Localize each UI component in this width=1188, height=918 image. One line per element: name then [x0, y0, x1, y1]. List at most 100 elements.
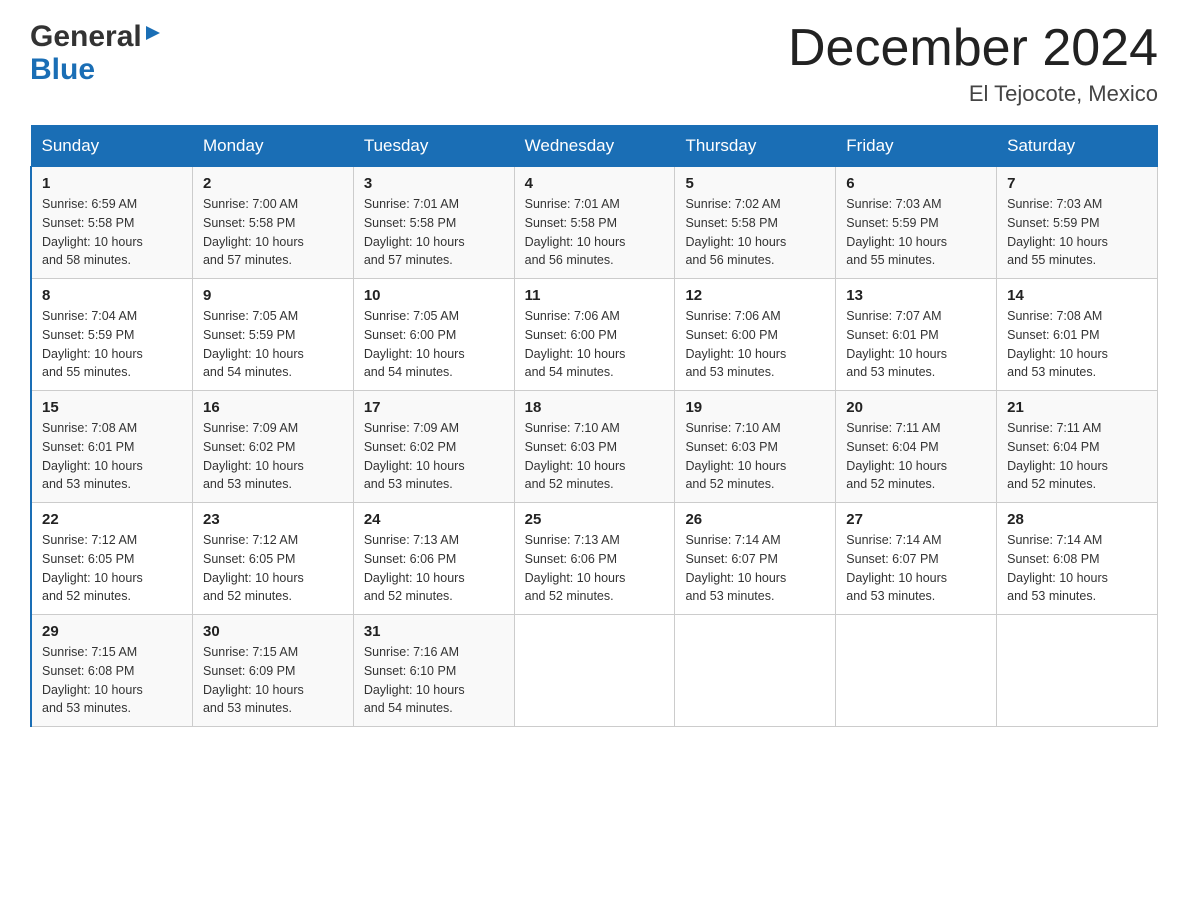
day-info: Sunrise: 6:59 AMSunset: 5:58 PMDaylight:… [42, 195, 182, 270]
day-info: Sunrise: 7:09 AMSunset: 6:02 PMDaylight:… [364, 419, 504, 494]
calendar-cell: 27 Sunrise: 7:14 AMSunset: 6:07 PMDayligh… [836, 503, 997, 615]
calendar-cell [836, 615, 997, 727]
calendar-cell: 30 Sunrise: 7:15 AMSunset: 6:09 PMDayligh… [192, 615, 353, 727]
day-number: 30 [203, 623, 343, 640]
day-info: Sunrise: 7:03 AMSunset: 5:59 PMDaylight:… [1007, 195, 1147, 270]
day-info: Sunrise: 7:00 AMSunset: 5:58 PMDaylight:… [203, 195, 343, 270]
day-number: 8 [42, 287, 182, 304]
calendar-cell: 2 Sunrise: 7:00 AMSunset: 5:58 PMDaylight… [192, 167, 353, 279]
day-number: 15 [42, 399, 182, 416]
calendar-cell: 23 Sunrise: 7:12 AMSunset: 6:05 PMDayligh… [192, 503, 353, 615]
calendar-week-row: 8 Sunrise: 7:04 AMSunset: 5:59 PMDaylight… [31, 279, 1158, 391]
day-number: 7 [1007, 175, 1147, 192]
day-info: Sunrise: 7:12 AMSunset: 6:05 PMDaylight:… [42, 531, 182, 606]
month-title: December 2024 [788, 20, 1158, 77]
day-info: Sunrise: 7:16 AMSunset: 6:10 PMDaylight:… [364, 643, 504, 718]
calendar-cell: 5 Sunrise: 7:02 AMSunset: 5:58 PMDaylight… [675, 167, 836, 279]
day-number: 29 [42, 623, 182, 640]
day-info: Sunrise: 7:12 AMSunset: 6:05 PMDaylight:… [203, 531, 343, 606]
day-number: 2 [203, 175, 343, 192]
day-info: Sunrise: 7:08 AMSunset: 6:01 PMDaylight:… [42, 419, 182, 494]
logo-general: General [30, 20, 142, 53]
calendar-cell: 11 Sunrise: 7:06 AMSunset: 6:00 PMDayligh… [514, 279, 675, 391]
calendar-cell: 28Sunrise: 7:14 AMSunset: 6:08 PMDayligh… [997, 503, 1158, 615]
calendar-cell: 12 Sunrise: 7:06 AMSunset: 6:00 PMDayligh… [675, 279, 836, 391]
calendar-cell [675, 615, 836, 727]
day-number: 17 [364, 399, 504, 416]
col-header-monday: Monday [192, 126, 353, 167]
day-number: 28 [1007, 511, 1147, 528]
day-number: 10 [364, 287, 504, 304]
day-number: 14 [1007, 287, 1147, 304]
logo-arrow-icon [142, 22, 164, 49]
calendar-cell: 21 Sunrise: 7:11 AMSunset: 6:04 PMDayligh… [997, 391, 1158, 503]
calendar-table: SundayMondayTuesdayWednesdayThursdayFrid… [30, 125, 1158, 727]
day-number: 9 [203, 287, 343, 304]
day-number: 13 [846, 287, 986, 304]
day-number: 20 [846, 399, 986, 416]
day-number: 4 [525, 175, 665, 192]
calendar-cell [997, 615, 1158, 727]
calendar-cell: 1 Sunrise: 6:59 AMSunset: 5:58 PMDaylight… [31, 167, 192, 279]
day-number: 25 [525, 511, 665, 528]
calendar-week-row: 15 Sunrise: 7:08 AMSunset: 6:01 PMDayligh… [31, 391, 1158, 503]
day-number: 11 [525, 287, 665, 304]
day-info: Sunrise: 7:11 AMSunset: 6:04 PMDaylight:… [846, 419, 986, 494]
calendar-cell: 10Sunrise: 7:05 AMSunset: 6:00 PMDayligh… [353, 279, 514, 391]
calendar-cell: 25 Sunrise: 7:13 AMSunset: 6:06 PMDayligh… [514, 503, 675, 615]
day-number: 16 [203, 399, 343, 416]
calendar-cell: 31Sunrise: 7:16 AMSunset: 6:10 PMDayligh… [353, 615, 514, 727]
calendar-cell: 9Sunrise: 7:05 AMSunset: 5:59 PMDaylight… [192, 279, 353, 391]
day-info: Sunrise: 7:11 AMSunset: 6:04 PMDaylight:… [1007, 419, 1147, 494]
day-number: 5 [685, 175, 825, 192]
col-header-friday: Friday [836, 126, 997, 167]
col-header-wednesday: Wednesday [514, 126, 675, 167]
day-info: Sunrise: 7:08 AMSunset: 6:01 PMDaylight:… [1007, 307, 1147, 382]
col-header-tuesday: Tuesday [353, 126, 514, 167]
day-number: 12 [685, 287, 825, 304]
calendar-cell: 3Sunrise: 7:01 AMSunset: 5:58 PMDaylight… [353, 167, 514, 279]
day-info: Sunrise: 7:06 AMSunset: 6:00 PMDaylight:… [525, 307, 665, 382]
day-info: Sunrise: 7:03 AMSunset: 5:59 PMDaylight:… [846, 195, 986, 270]
header: General Blue December 2024 El Tejocote, … [30, 20, 1158, 107]
logo: General Blue [30, 20, 164, 86]
calendar-cell: 15 Sunrise: 7:08 AMSunset: 6:01 PMDayligh… [31, 391, 192, 503]
calendar-cell: 16 Sunrise: 7:09 AMSunset: 6:02 PMDayligh… [192, 391, 353, 503]
day-info: Sunrise: 7:13 AMSunset: 6:06 PMDaylight:… [364, 531, 504, 606]
day-info: Sunrise: 7:13 AMSunset: 6:06 PMDaylight:… [525, 531, 665, 606]
day-info: Sunrise: 7:14 AMSunset: 6:07 PMDaylight:… [685, 531, 825, 606]
day-number: 18 [525, 399, 665, 416]
calendar-cell: 4Sunrise: 7:01 AMSunset: 5:58 PMDaylight… [514, 167, 675, 279]
calendar-cell: 24 Sunrise: 7:13 AMSunset: 6:06 PMDayligh… [353, 503, 514, 615]
day-info: Sunrise: 7:15 AMSunset: 6:09 PMDaylight:… [203, 643, 343, 718]
col-header-sunday: Sunday [31, 126, 192, 167]
day-info: Sunrise: 7:01 AMSunset: 5:58 PMDaylight:… [364, 195, 504, 270]
location-title: El Tejocote, Mexico [788, 81, 1158, 107]
col-header-saturday: Saturday [997, 126, 1158, 167]
calendar-cell [514, 615, 675, 727]
day-number: 26 [685, 511, 825, 528]
day-info: Sunrise: 7:14 AMSunset: 6:07 PMDaylight:… [846, 531, 986, 606]
day-number: 21 [1007, 399, 1147, 416]
day-number: 19 [685, 399, 825, 416]
day-number: 27 [846, 511, 986, 528]
calendar-week-row: 1 Sunrise: 6:59 AMSunset: 5:58 PMDaylight… [31, 167, 1158, 279]
calendar-cell: 18Sunrise: 7:10 AMSunset: 6:03 PMDayligh… [514, 391, 675, 503]
day-number: 1 [42, 175, 182, 192]
day-info: Sunrise: 7:09 AMSunset: 6:02 PMDaylight:… [203, 419, 343, 494]
calendar-cell: 6Sunrise: 7:03 AMSunset: 5:59 PMDaylight… [836, 167, 997, 279]
day-number: 23 [203, 511, 343, 528]
day-info: Sunrise: 7:15 AMSunset: 6:08 PMDaylight:… [42, 643, 182, 718]
calendar-cell: 8 Sunrise: 7:04 AMSunset: 5:59 PMDaylight… [31, 279, 192, 391]
calendar-header-row: SundayMondayTuesdayWednesdayThursdayFrid… [31, 126, 1158, 167]
calendar-cell: 20 Sunrise: 7:11 AMSunset: 6:04 PMDayligh… [836, 391, 997, 503]
day-info: Sunrise: 7:02 AMSunset: 5:58 PMDaylight:… [685, 195, 825, 270]
day-number: 24 [364, 511, 504, 528]
calendar-week-row: 22Sunrise: 7:12 AMSunset: 6:05 PMDayligh… [31, 503, 1158, 615]
day-info: Sunrise: 7:07 AMSunset: 6:01 PMDaylight:… [846, 307, 986, 382]
calendar-cell: 22Sunrise: 7:12 AMSunset: 6:05 PMDayligh… [31, 503, 192, 615]
title-area: December 2024 El Tejocote, Mexico [788, 20, 1158, 107]
day-info: Sunrise: 7:06 AMSunset: 6:00 PMDaylight:… [685, 307, 825, 382]
day-info: Sunrise: 7:04 AMSunset: 5:59 PMDaylight:… [42, 307, 182, 382]
calendar-cell: 14 Sunrise: 7:08 AMSunset: 6:01 PMDayligh… [997, 279, 1158, 391]
